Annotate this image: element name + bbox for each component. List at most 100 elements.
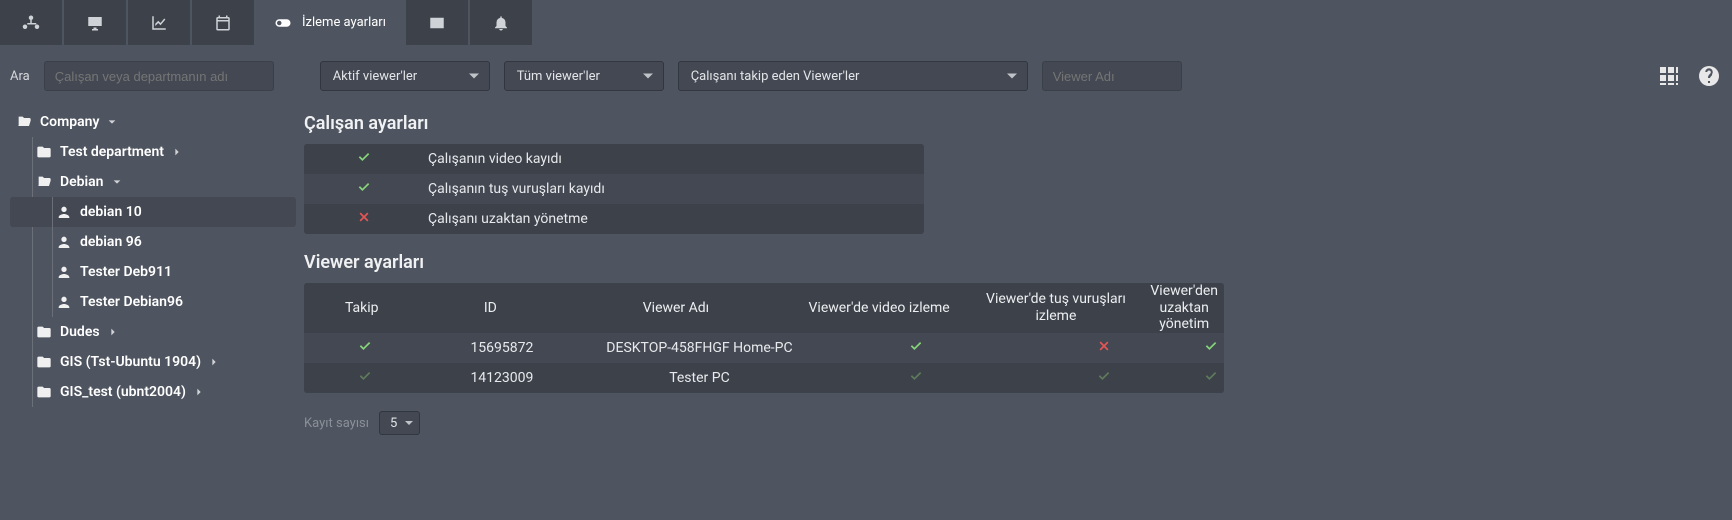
tree-item-debian[interactable]: Debian [10,167,296,197]
sidebar: Company Test department De [0,101,300,520]
top-tabbar: İzleme ayarları [0,0,1732,45]
filter-active-viewers[interactable]: Aktif viewer'ler [320,61,490,91]
cell-id: 15695872 [427,340,578,357]
folder-open-icon [36,174,52,190]
content: Çalışan ayarları Çalışanın video kayıdı … [300,101,1732,520]
viewer-table: Takip ID Viewer Adı Viewer'de video izle… [304,283,1224,393]
viewer-settings-title: Viewer ayarları [304,252,1712,273]
check-icon [1204,339,1218,358]
caret-down-icon [107,117,117,127]
tree-item-label: Test department [60,144,164,160]
grid-view-button[interactable] [1656,63,1682,89]
pager-size-value: 5 [390,416,397,431]
tab-calendar[interactable] [192,0,254,45]
folder-icon [36,354,52,370]
help-button[interactable] [1696,63,1722,89]
col-track: Takip [304,300,419,317]
tab-notifications[interactable] [470,0,532,45]
employee-setting-label: Çalışanın tuş vuruşları kayıdı [424,181,924,197]
filter-active-viewers-label: Aktif viewer'ler [333,69,417,84]
tree-item-label: Tester Deb911 [80,264,172,280]
search-label: Ara [10,69,30,84]
chart-icon [150,14,168,32]
caret-right-icon [209,357,219,367]
tree-root-label: Company [40,114,99,130]
caret-right-icon [194,387,204,397]
viewer-name-input[interactable] [1042,61,1182,91]
id-card-icon [428,14,446,32]
col-keys: Viewer'de tuş vuruşları izleme [968,291,1145,325]
check-icon [1097,369,1111,388]
tree-item-label: Tester Debian96 [80,294,183,310]
tree-item-label: debian 10 [80,204,142,220]
filter-row: Ara Aktif viewer'ler Tüm viewer'ler Çalı… [0,45,1732,101]
check-icon [357,150,371,168]
chevron-down-icon [405,421,413,425]
user-icon [56,204,72,220]
tab-monitoring-settings[interactable]: İzleme ayarları [256,0,404,45]
tab-chart[interactable] [128,0,190,45]
employee-settings-title: Çalışan ayarları [304,113,1712,134]
grid-icon [1657,64,1681,88]
col-name: Viewer Adı [561,300,790,317]
col-remote: Viewer'den uzaktan yönetim [1144,283,1224,333]
filter-all-viewers-label: Tüm viewer'ler [517,69,600,84]
cross-icon [358,211,370,227]
cell-name: Tester PC [577,370,821,387]
user-icon [56,234,72,250]
check-icon [357,180,371,198]
tree-item-debian96[interactable]: debian 96 [10,227,296,257]
cross-icon [1098,340,1110,357]
tree-item-label: GIS (Tst-Ubuntu 1904) [60,354,201,370]
help-icon [1697,64,1721,88]
employee-setting-label: Çalışanı uzaktan yönetme [424,211,924,227]
tree-item-debian10[interactable]: debian 10 [10,197,296,227]
tab-monitoring-settings-label: İzleme ayarları [302,15,386,30]
pager-label: Kayıt sayısı [304,416,369,431]
check-icon [909,369,923,388]
tree-item-label: GIS_test (ubnt2004) [60,384,186,400]
pager-size-select[interactable]: 5 [379,411,420,435]
tree-item-gis-tst-ubuntu[interactable]: GIS (Tst-Ubuntu 1904) [10,347,296,377]
toggle-icon [274,14,292,32]
tree-item-gis-test-ubnt[interactable]: GIS_test (ubnt2004) [10,377,296,407]
monitor-icon [86,14,104,32]
sitemap-icon [22,14,40,32]
filter-all-viewers[interactable]: Tüm viewer'ler [504,61,664,91]
viewer-table-row[interactable]: 15695872 DESKTOP-458FHGF Home-PC [304,333,1224,363]
caret-right-icon [172,147,182,157]
folder-icon [36,144,52,160]
viewer-table-row[interactable]: 14123009 Tester PC [304,363,1224,393]
cell-id: 14123009 [427,370,578,387]
tab-id-card[interactable] [406,0,468,45]
tree-root-company[interactable]: Company [10,107,296,137]
check-icon [358,369,372,388]
tree-item-tester-debian96[interactable]: Tester Debian96 [10,287,296,317]
cell-name: DESKTOP-458FHGF Home-PC [577,340,821,357]
tab-monitor[interactable] [64,0,126,45]
tree-item-label: Debian [60,174,104,190]
col-id: ID [419,300,561,317]
folder-icon [36,324,52,340]
viewer-table-header: Takip ID Viewer Adı Viewer'de video izle… [304,283,1224,333]
pager: Kayıt sayısı 5 [304,411,1712,435]
user-icon [56,264,72,280]
filter-tracking-viewers-label: Çalışanı takip eden Viewer'ler [691,69,860,84]
employee-setting-row: Çalışanın video kayıdı [304,144,924,174]
tree-item-dudes[interactable]: Dudes [10,317,296,347]
user-icon [56,294,72,310]
check-icon [909,339,923,358]
tab-org[interactable] [0,0,62,45]
search-input[interactable] [44,61,274,91]
tree-item-tester-deb911[interactable]: Tester Deb911 [10,257,296,287]
calendar-icon [214,14,232,32]
tree-item-label: debian 96 [80,234,142,250]
chevron-down-icon [1007,74,1017,79]
col-video: Viewer'de video izleme [791,300,968,317]
filter-tracking-viewers[interactable]: Çalışanı takip eden Viewer'ler [678,61,1028,91]
tree-item-test-department[interactable]: Test department [10,137,296,167]
chevron-down-icon [643,74,653,79]
folder-icon [36,384,52,400]
bell-icon [492,14,510,32]
check-icon [1204,369,1218,388]
